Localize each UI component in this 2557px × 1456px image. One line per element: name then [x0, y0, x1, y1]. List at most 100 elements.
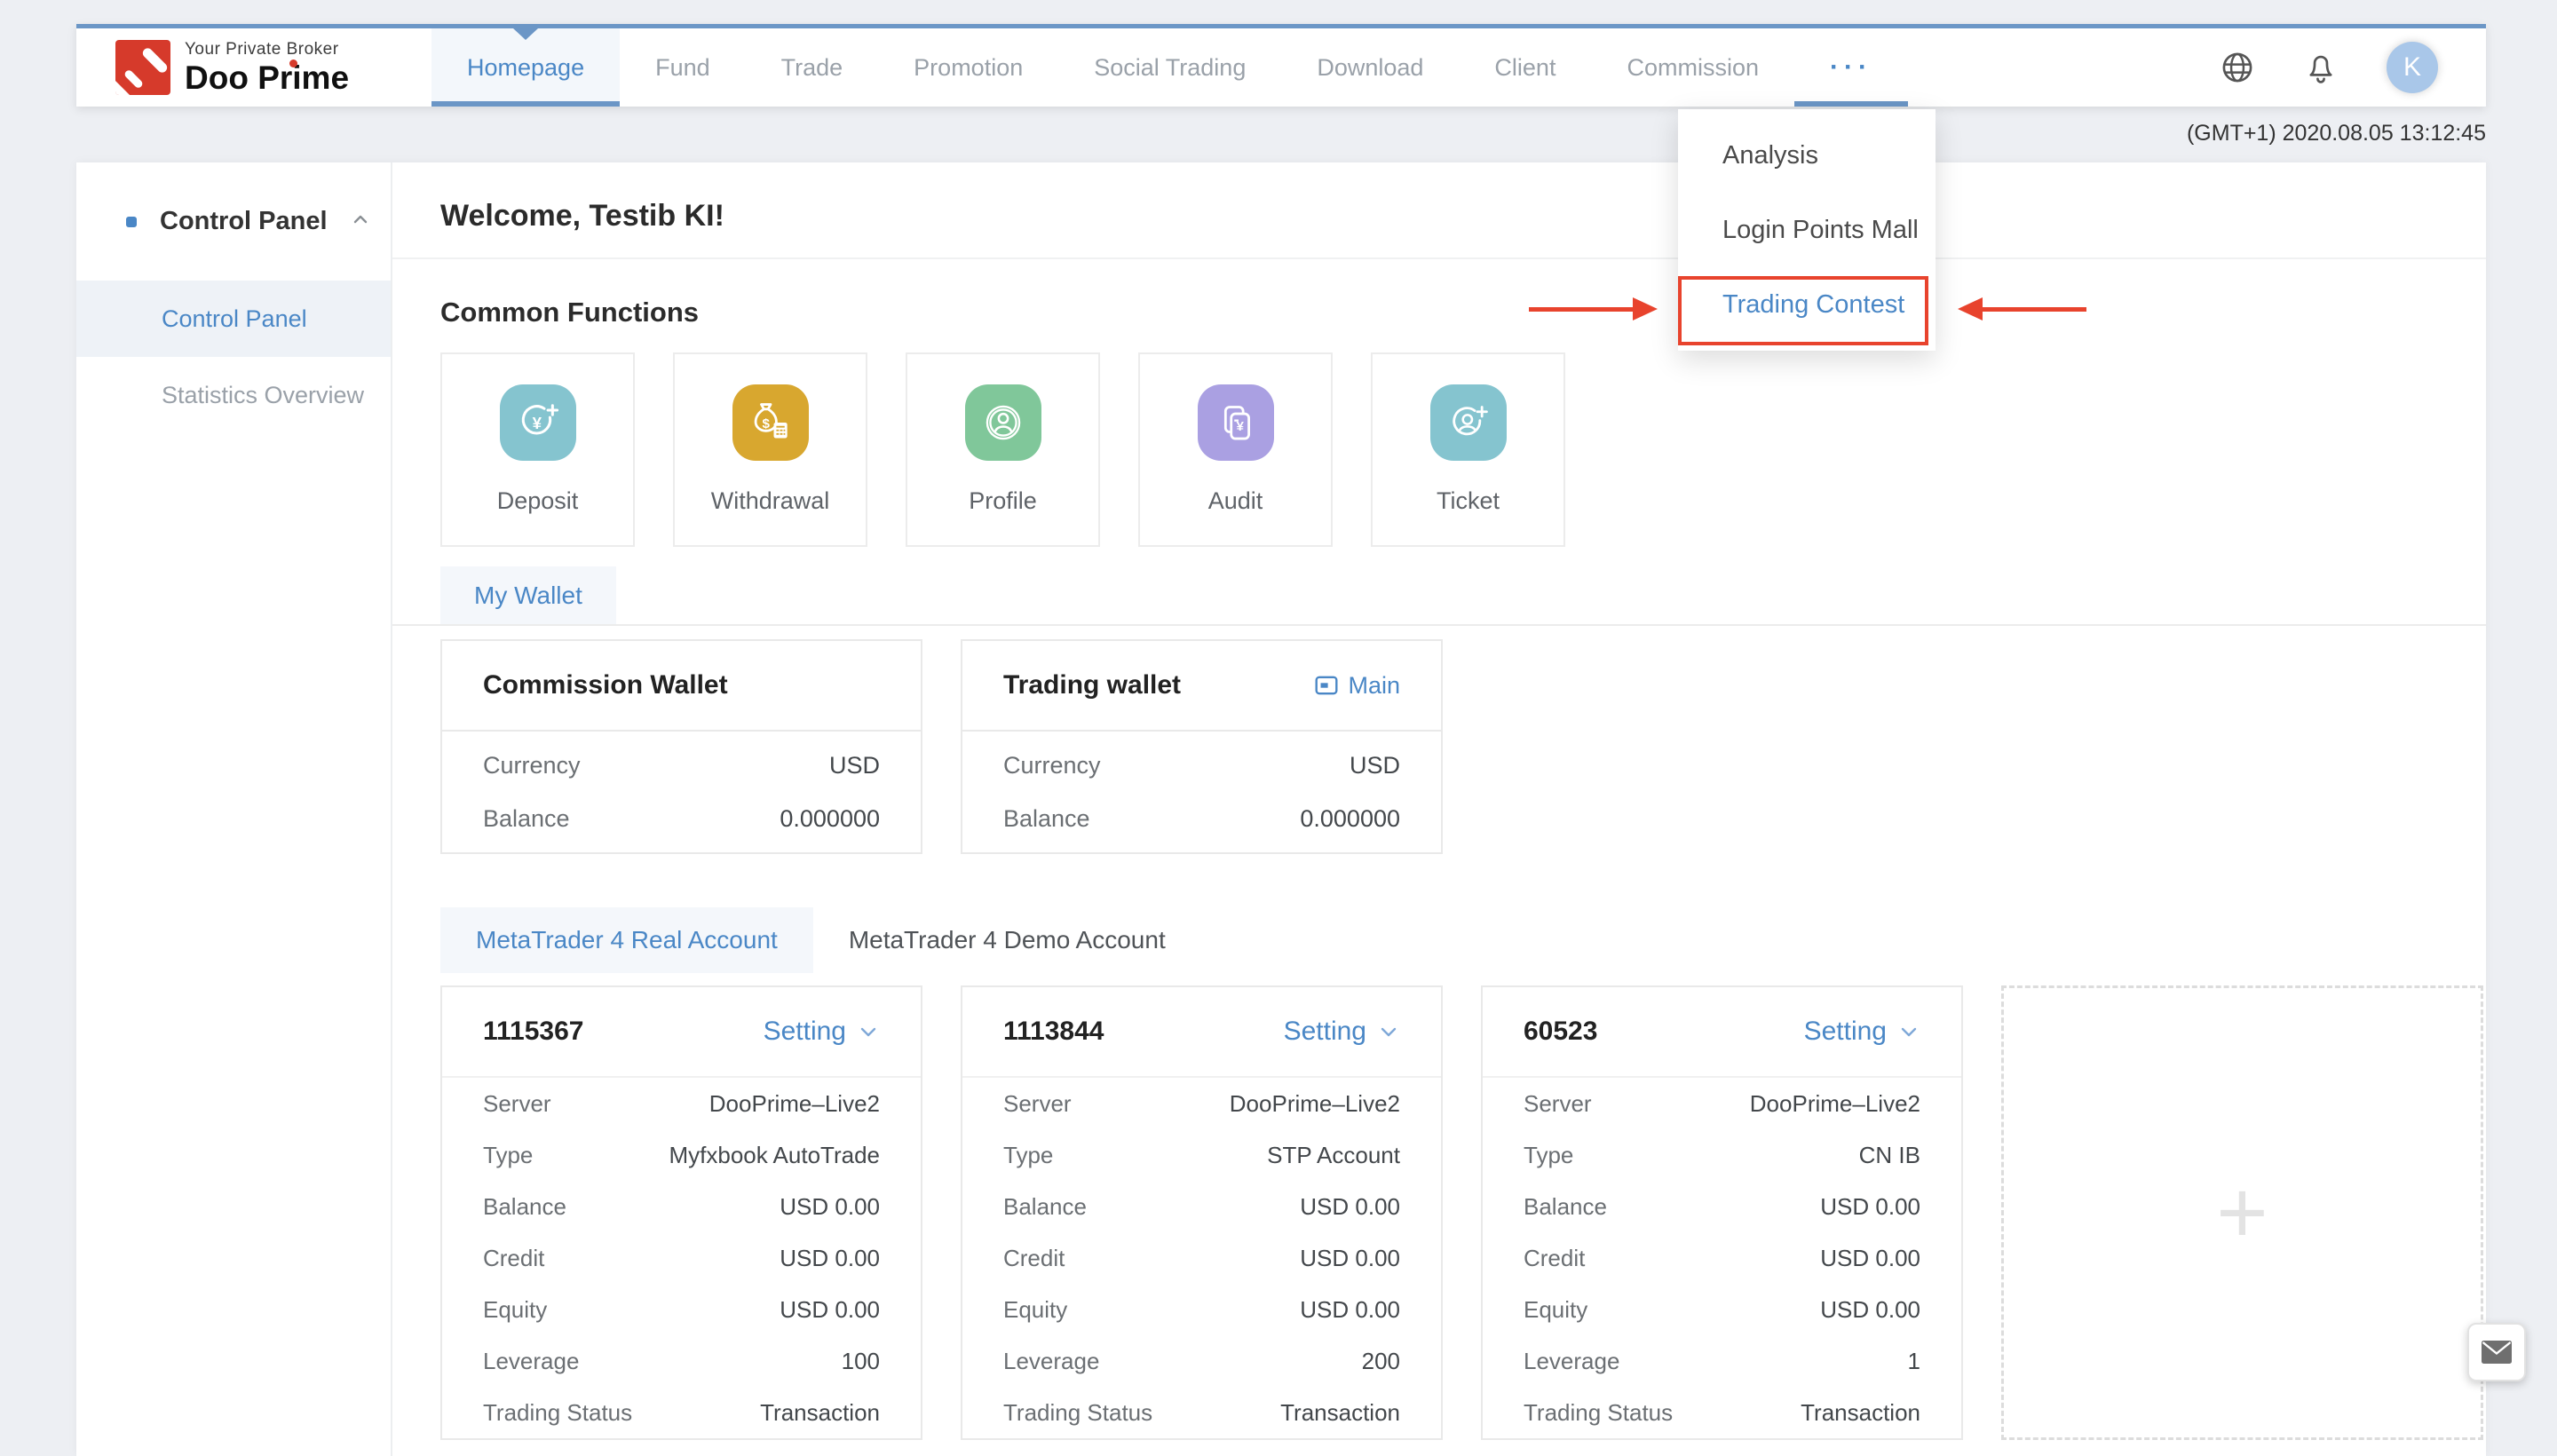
nav-tab-download[interactable]: Download: [1281, 28, 1459, 107]
page-body: Control Panel Control Panel Statistics O…: [76, 162, 2486, 1456]
function-card-deposit[interactable]: ¥ Deposit: [440, 352, 635, 547]
nav-tab-promotion[interactable]: Promotion: [878, 28, 1058, 107]
chevron-down-icon: [857, 1020, 880, 1043]
account-card-1113844: 1113844 Setting ServerDooPrime–Live2 Typ…: [961, 985, 1443, 1440]
account-row-server: ServerDooPrime–Live2: [1524, 1078, 1920, 1129]
nav-tab-social-trading[interactable]: Social Trading: [1058, 28, 1281, 107]
annotation-highlight-box: [1678, 276, 1928, 345]
account-row-type: TypeCN IB: [1524, 1129, 1920, 1181]
main-wallet-link[interactable]: Main: [1314, 672, 1400, 700]
server-timestamp: (GMT+1) 2020.08.05 13:12:45: [2187, 121, 2486, 146]
account-row-equity: EquityUSD 0.00: [1003, 1284, 1400, 1335]
account-row-type: TypeSTP Account: [1003, 1129, 1400, 1181]
ticket-icon: [1430, 384, 1507, 461]
account-row-credit: CreditUSD 0.00: [1524, 1232, 1920, 1284]
withdrawal-icon: $: [732, 384, 809, 461]
blue-bullet-icon: [126, 217, 137, 227]
account-row-credit: CreditUSD 0.00: [483, 1232, 880, 1284]
wallet-row-currency: Currency USD: [1003, 739, 1400, 792]
envelope-icon: [2481, 1340, 2513, 1365]
sidebar: Control Panel Control Panel Statistics O…: [76, 162, 392, 1456]
account-number: 1113844: [1003, 1017, 1104, 1047]
account-number: 60523: [1524, 1017, 1597, 1047]
tab-mt4-real-account[interactable]: MetaTrader 4 Real Account: [440, 907, 813, 973]
account-row-trading-status: Trading StatusTransaction: [1003, 1387, 1400, 1438]
wallet-row-balance: Balance 0.000000: [483, 792, 880, 845]
menu-item-login-points-mall[interactable]: Login Points Mall: [1678, 193, 1936, 267]
tab-my-wallet[interactable]: My Wallet: [440, 566, 616, 624]
account-tabs: MetaTrader 4 Real Account MetaTrader 4 D…: [440, 907, 2486, 973]
account-row-server: ServerDooPrime–Live2: [1003, 1078, 1400, 1129]
function-card-audit[interactable]: ¥ Audit: [1138, 352, 1333, 547]
wallet-title: Trading wallet: [1003, 670, 1181, 700]
tab-mt4-demo-account[interactable]: MetaTrader 4 Demo Account: [813, 907, 1201, 973]
doo-prime-logo[interactable]: Your Private Broker Doo Prime: [76, 28, 408, 107]
profile-icon: [965, 384, 1041, 461]
account-cards-row: 1115367 Setting ServerDooPrime–Live2 Typ…: [440, 985, 2486, 1440]
wallet-icon: [1314, 673, 1339, 698]
annotation-arrow-left-icon: [1982, 307, 2086, 312]
divider: [392, 624, 2486, 626]
doo-prime-logo-icon: [115, 40, 170, 95]
svg-text:$: $: [762, 416, 770, 431]
account-row-type: TypeMyfxbook AutoTrade: [483, 1129, 880, 1181]
sidebar-item-control-panel[interactable]: Control Panel: [76, 281, 391, 357]
nav-tab-commission[interactable]: Commission: [1591, 28, 1794, 107]
common-functions-title: Common Functions: [440, 286, 2486, 339]
contact-mail-button[interactable]: [2467, 1323, 2526, 1381]
nav-tab-more[interactable]: ···: [1794, 28, 1908, 107]
chevron-down-icon: [1897, 1020, 1920, 1043]
account-row-leverage: Leverage200: [1003, 1335, 1400, 1387]
nav-tab-homepage[interactable]: Homepage: [431, 28, 620, 107]
notification-bell-icon[interactable]: [2303, 50, 2339, 85]
account-row-equity: EquityUSD 0.00: [1524, 1284, 1920, 1335]
setting-dropdown-button[interactable]: Setting: [764, 1017, 880, 1047]
active-tab-caret-icon: [513, 28, 538, 40]
wallet-row-currency: Currency USD: [483, 739, 880, 792]
nav-tab-trade[interactable]: Trade: [746, 28, 879, 107]
account-card-60523: 60523 Setting ServerDooPrime–Live2 TypeC…: [1481, 985, 1963, 1440]
wallet-row-balance: Balance 0.000000: [1003, 792, 1400, 845]
trading-wallet-card: Trading wallet Main Currency USD: [961, 639, 1443, 854]
plus-icon: +: [2216, 1168, 2268, 1257]
setting-dropdown-button[interactable]: Setting: [1284, 1017, 1400, 1047]
account-row-trading-status: Trading StatusTransaction: [483, 1387, 880, 1438]
wallet-cards-row: Commission Wallet Currency USD Balance 0…: [440, 639, 2486, 854]
language-globe-icon[interactable]: [2220, 50, 2255, 85]
logo-tagline: Your Private Broker: [185, 41, 349, 58]
function-card-withdrawal[interactable]: $ Withdrawal: [673, 352, 867, 547]
account-row-leverage: Leverage1: [1524, 1335, 1920, 1387]
account-row-balance: BalanceUSD 0.00: [1524, 1181, 1920, 1232]
deposit-icon: ¥: [500, 384, 576, 461]
main-nav: Homepage Fund Trade Promotion Social Tra…: [431, 28, 1908, 107]
sidebar-group-control-panel[interactable]: Control Panel: [76, 162, 391, 281]
main-content: Welcome, Testib KI! Common Functions ¥ D…: [392, 162, 2486, 1456]
account-row-equity: EquityUSD 0.00: [483, 1284, 880, 1335]
account-card-1115367: 1115367 Setting ServerDooPrime–Live2 Typ…: [440, 985, 922, 1440]
top-navigation-bar: Your Private Broker Doo Prime Homepage F…: [76, 24, 2486, 107]
menu-item-analysis[interactable]: Analysis: [1678, 118, 1936, 193]
logo-brand: Doo Prime: [185, 61, 349, 94]
function-card-profile[interactable]: Profile: [906, 352, 1100, 547]
account-row-trading-status: Trading StatusTransaction: [1524, 1387, 1920, 1438]
nav-tab-fund[interactable]: Fund: [620, 28, 746, 107]
common-functions-row: ¥ Deposit $ Withdrawal: [440, 352, 2486, 547]
account-number: 1115367: [483, 1017, 583, 1047]
user-avatar[interactable]: K: [2387, 42, 2438, 93]
account-row-server: ServerDooPrime–Live2: [483, 1078, 880, 1129]
divider: [392, 257, 2486, 259]
account-row-balance: BalanceUSD 0.00: [483, 1181, 880, 1232]
nav-tab-client[interactable]: Client: [1459, 28, 1591, 107]
setting-dropdown-button[interactable]: Setting: [1804, 1017, 1920, 1047]
function-card-ticket[interactable]: Ticket: [1371, 352, 1565, 547]
welcome-heading: Welcome, Testib KI!: [440, 187, 2486, 244]
account-row-balance: BalanceUSD 0.00: [1003, 1181, 1400, 1232]
audit-icon: ¥: [1198, 384, 1274, 461]
chevron-up-icon: [350, 209, 371, 234]
sidebar-item-statistics-overview[interactable]: Statistics Overview: [76, 357, 391, 433]
add-account-placeholder[interactable]: +: [2001, 985, 2483, 1440]
chevron-down-icon: [1377, 1020, 1400, 1043]
account-row-leverage: Leverage100: [483, 1335, 880, 1387]
commission-wallet-card: Commission Wallet Currency USD Balance 0…: [440, 639, 922, 854]
wallet-title: Commission Wallet: [483, 670, 728, 700]
